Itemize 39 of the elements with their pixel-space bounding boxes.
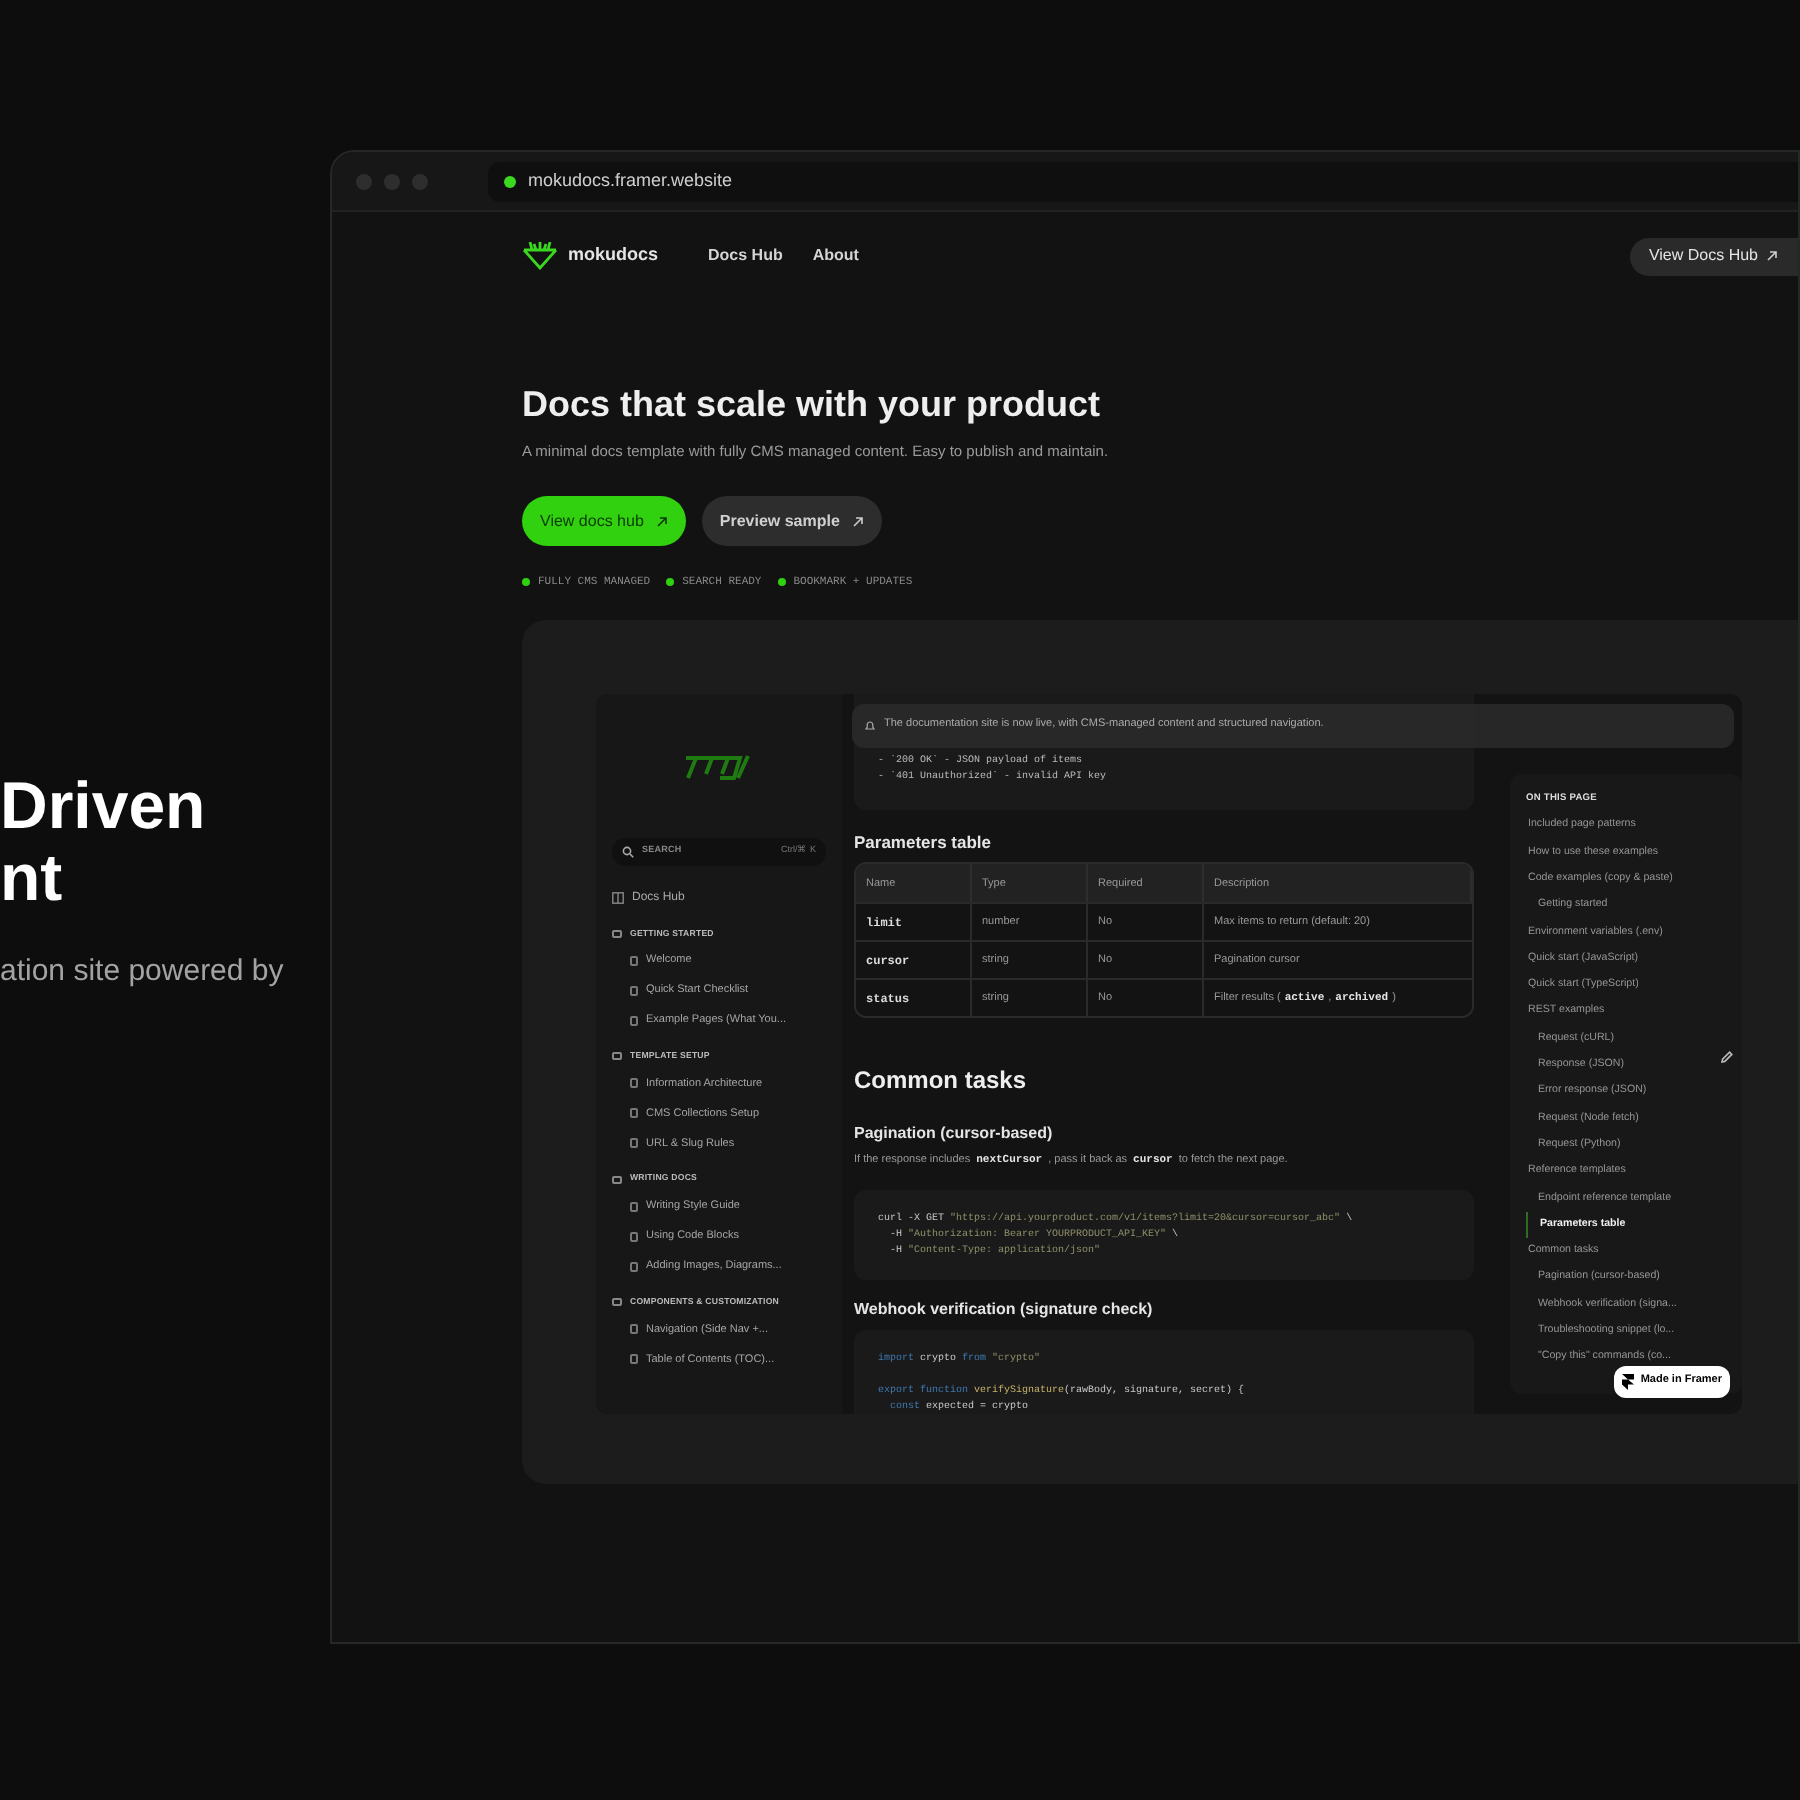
document-icon — [630, 1354, 638, 1365]
preview-sample-button[interactable]: Preview sample — [701, 496, 882, 547]
page-heading: Docs that scale with your product — [522, 382, 1103, 428]
document-icon — [630, 1231, 638, 1242]
nav-link[interactable]: About — [812, 244, 859, 268]
bell-icon — [864, 719, 876, 731]
book-icon — [612, 892, 624, 904]
arrow-up-right-icon — [655, 515, 668, 528]
document-icon — [630, 1138, 638, 1149]
framer-logo-icon — [1622, 1373, 1635, 1389]
view-docs-hub-button[interactable]: View docs hub — [522, 496, 686, 547]
arrow-up-right-icon — [851, 515, 864, 528]
folder-icon — [612, 1052, 622, 1061]
logo-icon — [522, 242, 558, 270]
document-icon — [630, 1324, 638, 1335]
document-icon — [630, 1108, 638, 1119]
view-docs-hub-button[interactable]: View Docs Hub — [1630, 237, 1798, 275]
section-heading: Common tasks — [854, 1064, 1029, 1099]
search-icon — [622, 845, 634, 857]
pencil-icon[interactable] — [1720, 1049, 1734, 1063]
subsection-heading: Webhook verification (signature check) — [854, 1297, 1155, 1321]
brand-name[interactable]: mokudocs — [568, 242, 659, 270]
folder-icon — [612, 1298, 622, 1307]
nav-link[interactable]: Docs Hub — [708, 244, 783, 268]
document-icon — [630, 1261, 638, 1272]
hero-title: Driven nt — [0, 770, 208, 914]
url-text: mokudocs.framer.website — [528, 167, 733, 194]
arrow-up-right-icon — [1766, 250, 1778, 262]
folder-icon — [612, 929, 622, 938]
document-icon — [630, 1015, 638, 1026]
document-icon — [630, 1201, 638, 1212]
hero-subtitle: ation site powered by — [0, 952, 286, 992]
document-icon — [630, 985, 638, 996]
folder-icon — [612, 1175, 622, 1184]
address-bar[interactable]: mokudocs.framer.website — [488, 161, 1798, 201]
section-heading: Parameters table — [854, 829, 994, 855]
document-icon — [630, 1078, 638, 1089]
subsection-heading: Pagination (cursor-based) — [854, 1122, 1055, 1147]
document-icon — [630, 955, 638, 966]
